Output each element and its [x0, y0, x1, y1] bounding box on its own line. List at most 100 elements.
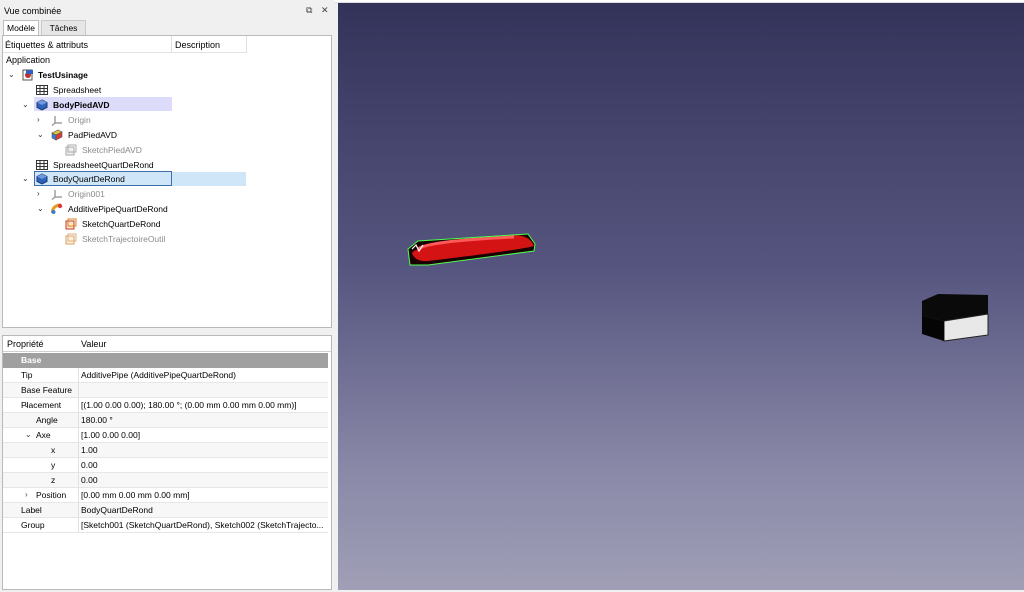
- chevron-down-icon[interactable]: ⌄: [37, 130, 47, 139]
- float-panel-icon[interactable]: ⧉: [306, 5, 312, 16]
- property-group-label: Base: [21, 355, 42, 365]
- tree-item-label: SketchPiedAVD: [82, 145, 142, 155]
- combo-view-titlebar: Vue combinée ⧉ ✕: [0, 3, 335, 18]
- property-value[interactable]: [(1.00 0.00 0.00); 180.00 °; (0.00 mm 0.…: [81, 400, 326, 410]
- tree-item-origin001[interactable]: › Origin001: [5, 187, 245, 202]
- spreadsheet-icon: [36, 85, 48, 95]
- property-row-base-feature[interactable]: Base Feature: [3, 383, 328, 398]
- property-row-angle[interactable]: Angle 180.00 °: [3, 413, 328, 428]
- chevron-down-icon[interactable]: ⌄: [25, 430, 32, 439]
- chevron-down-icon[interactable]: ⌄: [8, 70, 18, 79]
- tab-taches-label: Tâches: [49, 23, 78, 33]
- chevron-down-icon[interactable]: ⌄: [22, 100, 32, 109]
- property-value[interactable]: [0.00 mm 0.00 mm 0.00 mm]: [81, 490, 326, 500]
- red-part-shape[interactable]: [407, 233, 536, 266]
- tree-item-label: AdditivePipeQuartDeRond: [68, 204, 168, 214]
- additive-pipe-icon: [51, 203, 63, 214]
- model-tree: Étiquettes & attributs Description Appli…: [2, 35, 332, 328]
- tree-item-sketchpiedavd[interactable]: SketchPiedAVD: [5, 143, 245, 158]
- origin-icon: [51, 116, 62, 126]
- chevron-right-icon[interactable]: ›: [25, 490, 28, 499]
- property-name: Group: [21, 520, 45, 530]
- property-value[interactable]: 1.00: [81, 445, 326, 455]
- 3d-viewport[interactable]: [338, 3, 1024, 590]
- sketch-icon: [65, 233, 77, 245]
- property-row-y[interactable]: y 0.00: [3, 458, 328, 473]
- property-row-group[interactable]: Group [Sketch001 (SketchQuartDeRond), Sk…: [3, 518, 328, 533]
- value-column-header[interactable]: Valeur: [81, 339, 106, 349]
- property-name: Position: [36, 490, 67, 500]
- property-row-axe[interactable]: ⌄ Axe [1.00 0.00 0.00]: [3, 428, 328, 443]
- tree-header-labels[interactable]: Étiquettes & attributs: [5, 40, 88, 50]
- tree-item-label: Origin: [68, 115, 91, 125]
- 3d-scene: [407, 233, 989, 342]
- property-value[interactable]: 0.00: [81, 460, 326, 470]
- tree-item-spreadsheet[interactable]: Spreadsheet: [5, 83, 245, 98]
- spreadsheet-icon: [36, 160, 48, 170]
- property-row-x[interactable]: x 1.00: [3, 443, 328, 458]
- body-icon: [36, 173, 48, 185]
- property-name: Tip: [21, 370, 33, 380]
- pad-icon: [51, 129, 63, 141]
- property-editor: Propriété Valeur Base Tip AdditivePipe (…: [2, 335, 332, 590]
- property-value[interactable]: [Sketch001 (SketchQuartDeRond), Sketch00…: [81, 520, 326, 530]
- tree-header-description[interactable]: Description: [175, 40, 220, 50]
- tree-item-label: SketchTrajectoireOutil: [82, 234, 166, 244]
- tree-root-application: Application: [6, 55, 51, 65]
- property-group-base[interactable]: Base: [3, 353, 328, 368]
- document-icon: [22, 69, 33, 81]
- property-name: Base Feature: [21, 385, 73, 395]
- property-name: x: [51, 445, 56, 455]
- origin-icon: [51, 190, 62, 200]
- tree-item-label: PadPiedAVD: [68, 130, 117, 140]
- tree-item-origin[interactable]: › Origin: [5, 113, 245, 128]
- property-value[interactable]: 180.00 °: [81, 415, 326, 425]
- tab-modele[interactable]: Modèle: [3, 20, 39, 35]
- property-row-position[interactable]: › Position [0.00 mm 0.00 mm 0.00 mm]: [3, 488, 328, 503]
- property-value[interactable]: 0.00: [81, 475, 326, 485]
- tree-item-label: Spreadsheet: [53, 85, 102, 95]
- body-icon: [36, 99, 48, 111]
- property-name: Placement: [21, 400, 62, 410]
- property-name: y: [51, 460, 56, 470]
- tree-item-testusinage[interactable]: ⌄ TestUsinage: [5, 68, 245, 83]
- tree-item-padpiedavd[interactable]: ⌄ PadPiedAVD: [5, 128, 245, 143]
- tree-header: Étiquettes & attributs Description: [3, 36, 247, 53]
- property-name: Label: [21, 505, 42, 515]
- tab-taches[interactable]: Tâches: [41, 20, 86, 35]
- close-panel-icon[interactable]: ✕: [321, 5, 329, 16]
- tree-item-additivepipequartderond[interactable]: ⌄ AdditivePipeQuartDeRond: [5, 202, 245, 217]
- tree-item-label: TestUsinage: [38, 70, 88, 80]
- property-column-header[interactable]: Propriété: [7, 339, 44, 349]
- property-name: Angle: [36, 415, 58, 425]
- combo-view-panel: Vue combinée ⧉ ✕ Modèle Tâches Étiquette…: [0, 0, 335, 590]
- tree-item-label: Origin001: [68, 189, 105, 199]
- property-name: z: [51, 475, 56, 485]
- property-value[interactable]: [1.00 0.00 0.00]: [81, 430, 326, 440]
- tree-item-sketchquartderond[interactable]: SketchQuartDeRond: [5, 217, 245, 232]
- sketch-icon: [65, 218, 77, 230]
- tab-modele-label: Modèle: [7, 23, 35, 33]
- property-name: Axe: [36, 430, 51, 440]
- sketch-icon: [65, 144, 77, 156]
- property-row-label[interactable]: Label BodyQuartDeRond: [3, 503, 328, 518]
- property-row-z[interactable]: z 0.00: [3, 473, 328, 488]
- tree-item-bodyquartderond[interactable]: ⌄ BodyQuartDeRond: [5, 172, 245, 187]
- tree-item-spreadsheetquartderond[interactable]: SpreadsheetQuartDeRond: [5, 158, 245, 173]
- tree-item-bodypiedavd[interactable]: ⌄ BodyPiedAVD: [5, 98, 245, 113]
- property-value[interactable]: AdditivePipe (AdditivePipeQuartDeRond): [81, 370, 326, 380]
- tree-item-sketchtrajectoireoutil[interactable]: SketchTrajectoireOutil: [5, 232, 245, 247]
- tree-item-label: SketchQuartDeRond: [82, 219, 161, 229]
- chevron-right-icon[interactable]: ›: [37, 115, 47, 124]
- property-row-placement[interactable]: ⌄ Placement [(1.00 0.00 0.00); 180.00 °;…: [3, 398, 328, 413]
- black-box-shape[interactable]: [922, 294, 989, 342]
- chevron-down-icon[interactable]: ⌄: [22, 174, 32, 183]
- chevron-down-icon[interactable]: ⌄: [37, 204, 47, 213]
- property-header: Propriété Valeur: [3, 336, 331, 352]
- tree-item-label: BodyQuartDeRond: [53, 174, 125, 184]
- panel-title: Vue combinée: [4, 6, 62, 16]
- chevron-right-icon[interactable]: ›: [37, 189, 47, 198]
- property-value[interactable]: BodyQuartDeRond: [81, 505, 326, 515]
- tree-item-label: BodyPiedAVD: [53, 100, 110, 110]
- property-row-tip[interactable]: Tip AdditivePipe (AdditivePipeQuartDeRon…: [3, 368, 328, 383]
